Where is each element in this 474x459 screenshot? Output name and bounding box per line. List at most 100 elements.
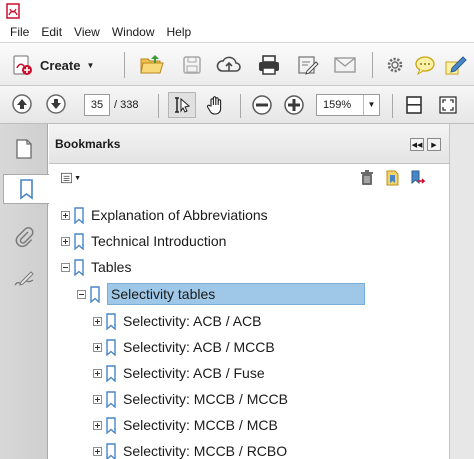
menu-window[interactable]: Window [106,22,161,42]
collapse-left-button[interactable]: ◀◀ [410,138,424,151]
bookmark-label: Tables [91,259,132,275]
menu-bar: File Edit View Window Help [0,22,474,42]
bookmark-ribbon-icon [106,390,116,408]
sign-button[interactable] [442,52,468,78]
page-thumbnails-button[interactable] [9,134,39,164]
page-thumbnail-icon [16,139,32,159]
bookmark-label: Selectivity tables [107,283,365,305]
bookmark-item[interactable]: Selectivity: ACB / ACB [93,309,262,333]
expand-bookmark-button[interactable] [408,169,426,187]
expand-icon [439,96,457,114]
menu-file[interactable]: File [4,22,35,42]
expand-toggle[interactable] [61,236,70,246]
print-button[interactable] [254,52,284,78]
bookmark-label: Selectivity: ACB / MCCB [123,339,275,355]
delete-bookmark-button[interactable] [358,169,376,187]
separator [392,94,393,118]
page-number-input[interactable]: 35 [84,94,110,116]
zoom-select[interactable]: 159% ▼ [316,94,380,116]
bookmarks-panel-button[interactable] [3,174,49,204]
main-toolbar: Create ▼ [0,42,474,86]
bookmark-label: Selectivity: MCCB / MCB [123,417,278,433]
bookmarks-toolbar: ▼ [49,165,449,191]
bookmark-arrow-icon [411,170,425,185]
bookmark-ribbon-icon [106,442,116,459]
bookmark-item[interactable]: Tables [61,255,131,279]
collapse-toggle[interactable] [61,262,70,272]
create-label: Create [40,57,81,73]
bookmark-ribbon-icon [74,206,84,224]
bookmark-item[interactable]: Technical Introduction [61,229,226,253]
bookmark-ribbon-icon [106,338,116,356]
bookmark-item[interactable]: Explanation of Abbreviations [61,203,268,227]
sign-pen-icon [445,56,467,75]
bookmark-label: Explanation of Abbreviations [91,207,268,223]
email-button[interactable] [330,52,360,78]
plus-circle-icon [284,95,304,115]
expand-toggle[interactable] [93,342,102,352]
navigation-pane-rail [0,124,49,459]
menu-view[interactable]: View [68,22,106,42]
envelope-icon [334,57,356,73]
collapse-toggle[interactable] [77,289,86,299]
comment-button[interactable] [412,52,438,78]
paperclip-icon [15,227,34,248]
edit-document-icon [298,56,319,75]
edit-button[interactable] [294,52,322,78]
bookmark-item-selected[interactable]: Selectivity tables [77,282,365,306]
bookmarks-panel-header: Bookmarks ◀◀ ▶ [49,124,449,164]
chevron-down-icon: ▼ [74,174,81,182]
attachments-button[interactable] [9,222,39,252]
create-button[interactable]: Create ▼ [10,52,94,78]
document-view-edge [449,124,474,459]
chevron-down-icon[interactable]: ▼ [363,95,379,115]
full-screen-button[interactable] [436,93,460,117]
cloud-upload-button[interactable] [214,52,244,78]
bookmark-label: Selectivity: MCCB / RCBO [123,443,288,459]
double-left-arrow-icon: ◀◀ [411,141,423,149]
expand-toggle[interactable] [93,316,102,326]
settings-button[interactable] [382,52,408,78]
hand-tool-button[interactable] [202,92,230,118]
page-total-label: / 338 [114,99,139,111]
select-tool-button[interactable] [168,92,196,118]
expand-toggle[interactable] [61,210,70,220]
expand-toggle[interactable] [93,394,102,404]
menu-help[interactable]: Help [161,22,198,42]
expand-toggle[interactable] [93,446,102,456]
expand-right-button[interactable]: ▶ [427,138,441,151]
arrow-up-circle-icon [12,94,32,114]
bookmark-ribbon-icon [106,312,116,330]
cloud-upload-icon [216,56,241,72]
expand-toggle[interactable] [93,368,102,378]
acrobat-app-icon [6,3,20,19]
menu-edit[interactable]: Edit [35,22,68,42]
new-bookmark-button[interactable] [383,169,401,187]
next-page-button[interactable] [44,92,68,116]
save-button[interactable] [178,52,206,78]
open-button[interactable] [138,52,166,78]
trash-icon [361,170,373,185]
zoom-value: 159% [323,99,352,111]
zoom-out-button[interactable] [250,93,274,117]
bookmark-item[interactable]: Selectivity: MCCB / MCB [93,413,278,437]
separator [124,52,125,78]
bookmark-ribbon-icon [106,416,116,434]
previous-page-button[interactable] [10,92,34,116]
text-cursor-arrow-icon [175,97,191,113]
speech-bubble-icon [415,56,435,75]
signatures-button[interactable] [9,264,39,294]
bookmark-label: Selectivity: MCCB / MCCB [123,391,288,407]
chevron-down-icon: ▼ [86,60,95,70]
hand-icon [206,96,222,115]
fit-page-button[interactable] [402,93,426,117]
bookmark-item[interactable]: Selectivity: ACB / MCCB [93,335,275,359]
options-menu-button[interactable]: ▼ [61,172,81,184]
bookmark-item[interactable]: Selectivity: MCCB / RCBO [93,439,287,459]
zoom-in-button[interactable] [282,93,306,117]
save-disk-icon [183,56,201,74]
expand-toggle[interactable] [93,420,102,430]
bookmark-item[interactable]: Selectivity: ACB / Fuse [93,361,265,385]
open-folder-icon [140,55,164,74]
bookmark-item[interactable]: Selectivity: MCCB / MCCB [93,387,288,411]
